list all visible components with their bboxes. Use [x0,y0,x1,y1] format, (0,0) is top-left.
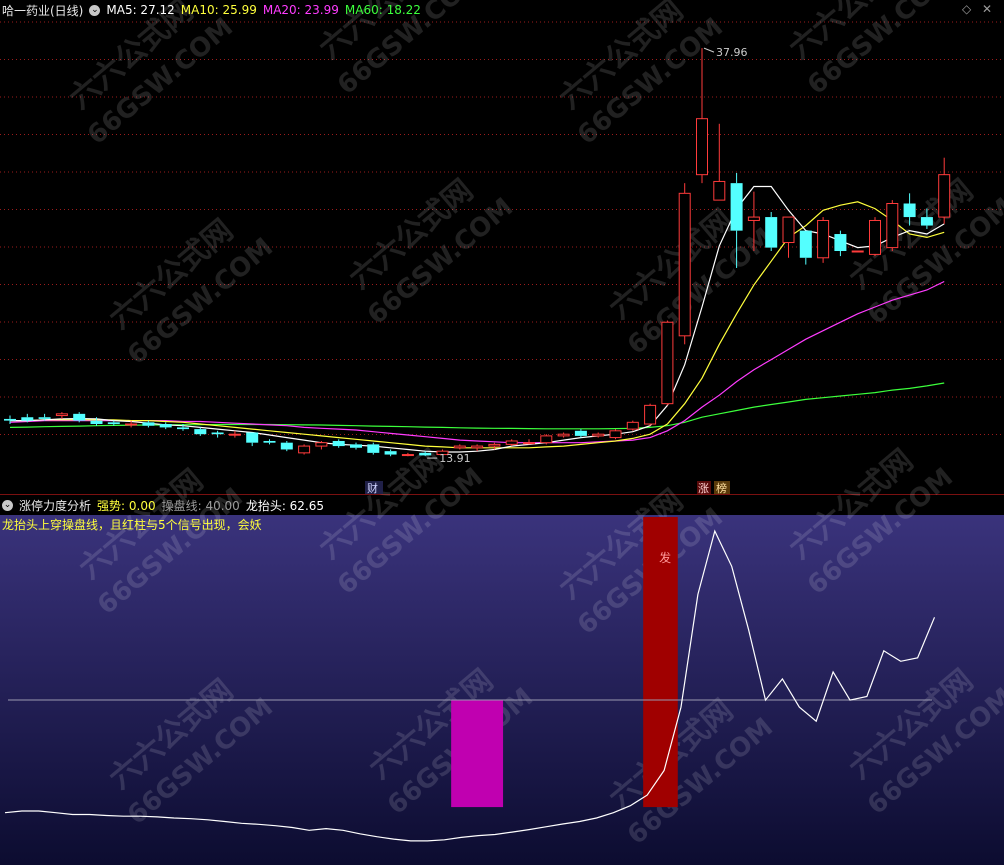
stock-chart-window: 六六公式网66GSW.COM六六公式网66GSW.COM六六公式网66GSW.C… [0,0,1004,865]
base-line-label: 操盘线: 40.00 [161,498,240,513]
candle-body-up [298,445,311,454]
candle-body-up [661,321,674,405]
indicator-settings-icon[interactable]: ⌄ [2,499,13,511]
candle [540,434,553,445]
candle-body-down [765,217,778,248]
candle-body-down [107,422,120,425]
candle-body-down [177,427,189,430]
stock-title[interactable]: 哈一药业(日线) [2,2,83,19]
candle-body-down [730,183,743,231]
candle-body-up [228,433,241,436]
candle-body-down [419,452,432,456]
candle-body-down [21,417,34,421]
indicator-hint: 龙抬头上穿操盘线，且红柱与5个信号出现，会妖 [2,518,262,532]
candle-body-up [505,440,518,445]
chart-canvas: 六六公式网66GSW.COM六六公式网66GSW.COM六六公式网66GSW.C… [0,0,1004,865]
candle-body-up [609,430,622,439]
candle-body-up [315,442,328,447]
ma10-label: MA10: 25.99 [180,3,257,17]
fa-marker: 发 [659,550,671,565]
candle-body-up [471,445,484,449]
candle-body-up [626,421,639,430]
candle-body-up [869,219,881,255]
candle-body-down [263,440,276,443]
candle-body-down [4,418,16,421]
dragon-label: 龙抬头: 62.65 [245,498,325,513]
indicator-header: ⌄ 涨停力度分析 强势: 0.00 操盘线: 40.00 龙抬头: 62.65 [0,495,324,515]
candle-body-up [938,174,951,218]
candle-body-down [350,444,362,448]
candle-body-down [38,417,51,419]
candle-body-down [159,424,172,428]
cai-marker[interactable]: 财 [367,481,378,495]
candle-body-up [817,219,830,259]
candle-body-down [384,451,397,455]
candle [765,211,778,251]
settings-circle-icon[interactable]: ⌄ [89,4,101,16]
strength-label: 强势: 0.00 [97,498,156,513]
candle-body-up [401,454,414,457]
zhang-marker[interactable]: 涨 [698,482,709,495]
candle-body-up [592,433,605,437]
candle [869,217,881,257]
main-chart-header: 哈一药业(日线) ⌄ MA5: 27.12 MA10: 25.99 MA20: … [0,0,421,20]
candle-body-down [142,422,155,426]
candle-body-down [834,234,847,251]
ma60-label: MA60: 18.22 [344,3,421,17]
ma5-label: MA5: 27.12 [106,3,175,17]
candle-body-down [280,442,293,450]
candle [626,420,639,431]
candle-body-down [574,430,587,436]
candle-body-down [194,429,207,435]
candle [851,250,864,253]
candle-body-down [367,444,380,453]
candle-body-up [713,180,726,201]
candle [298,444,311,455]
candle-body-up [453,445,466,449]
candle-body-down [332,440,345,447]
candle [886,200,899,251]
candle [661,320,674,406]
candle-body-up [747,216,760,221]
candle [609,429,622,440]
candle-body-up [523,442,535,445]
candle [367,442,380,455]
candle-body-up [125,423,138,426]
candle-body-up [678,192,691,337]
candle-body-up [644,404,657,425]
candle-body-up [782,216,795,244]
candle [644,403,657,426]
low-price-label: 13.91 [439,452,471,465]
magenta-signal-bar [451,700,504,808]
candle-body-down [211,432,224,435]
candle-body-down [903,203,916,218]
candle-body-down [90,420,103,425]
candle-body-up [540,435,553,444]
candle-body-up [557,433,570,437]
candle-body-up [886,203,899,249]
candle-body-down [799,230,812,258]
indicator-name[interactable]: 涨停力度分析 [19,497,91,514]
candle [817,217,830,263]
candle-body-down [73,413,86,421]
ma20-label: MA20: 23.99 [262,3,339,17]
candle [678,183,691,345]
candle-body-up [696,118,708,176]
candle-body-down [920,217,933,226]
diamond-icon[interactable]: ◇ [962,2,971,16]
candle-body-up [851,250,864,253]
candle-body-up [488,443,501,447]
high-price-label: 37.96 [716,46,748,59]
bang-marker[interactable]: 榜 [716,481,727,495]
candle-body-up [55,413,68,417]
candle-body-down [246,432,259,443]
close-icon[interactable]: ✕ [982,2,992,16]
